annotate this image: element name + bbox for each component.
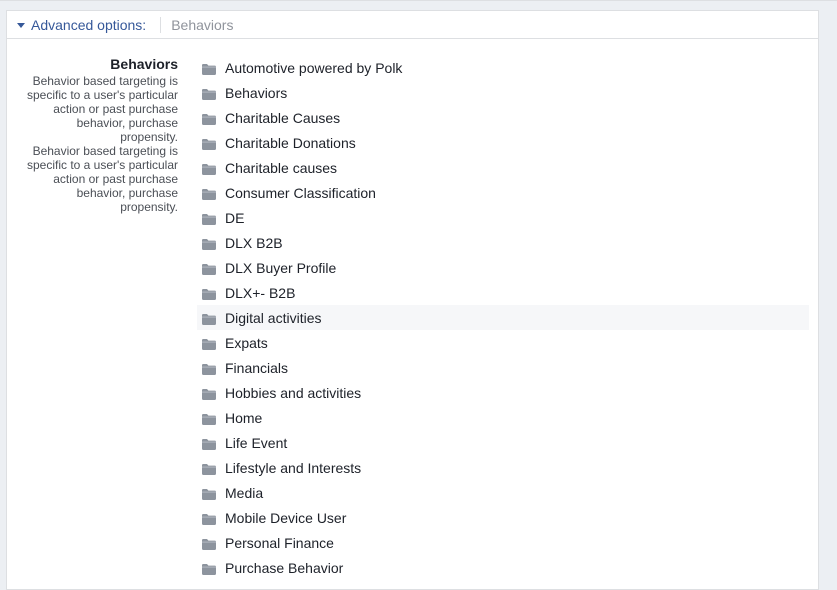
folder-icon	[202, 212, 216, 225]
category-item[interactable]: Hobbies and activities	[197, 380, 809, 405]
category-label: Media	[225, 484, 264, 501]
folder-icon	[202, 137, 216, 150]
category-label: Mobile Device User	[225, 509, 347, 526]
folder-icon	[202, 337, 216, 350]
folder-icon	[202, 162, 216, 175]
category-item[interactable]: Mobile Device User	[197, 505, 809, 530]
breadcrumb: Behaviors	[171, 16, 234, 33]
category-item[interactable]: Financials	[197, 355, 809, 380]
category-label: Expats	[225, 334, 268, 351]
category-label: DLX B2B	[225, 234, 283, 251]
category-label: Charitable causes	[225, 159, 338, 176]
folder-icon	[202, 362, 216, 375]
description-line: Behavior based targeting is	[32, 74, 178, 88]
caret-down-icon	[17, 22, 25, 28]
folder-icon	[202, 287, 216, 300]
description-line: propensity.	[120, 200, 178, 214]
description-line: behavior, purchase	[76, 186, 178, 200]
category-label: Behaviors	[225, 84, 288, 101]
header-separator	[160, 16, 162, 33]
folder-icon	[202, 112, 216, 125]
folder-icon	[202, 462, 216, 475]
category-item[interactable]: DE	[197, 205, 809, 230]
category-label: Home	[225, 409, 263, 426]
category-label: DE	[225, 209, 245, 226]
category-item[interactable]: Digital activities	[197, 305, 809, 330]
category-label: Consumer Classification	[225, 184, 376, 201]
category-label: Charitable Donations	[225, 134, 356, 151]
category-label: DLX+- B2B	[225, 284, 296, 301]
category-label: Life Event	[225, 434, 288, 451]
category-label: DLX Buyer Profile	[225, 259, 337, 276]
folder-icon	[202, 262, 216, 275]
category-label: Lifestyle and Interests	[225, 459, 362, 476]
folder-icon	[202, 512, 216, 525]
category-item[interactable]: Charitable Causes	[197, 105, 809, 130]
category-label: Hobbies and activities	[225, 384, 362, 401]
folder-icon	[202, 237, 216, 250]
folder-icon	[202, 437, 216, 450]
category-item[interactable]: DLX B2B	[197, 230, 809, 255]
top-divider	[0, 0, 837, 1]
folder-icon	[202, 487, 216, 500]
folder-icon	[202, 187, 216, 200]
folder-icon	[202, 87, 216, 100]
category-label: Financials	[225, 359, 289, 376]
folder-icon	[202, 562, 216, 575]
description-line: propensity.	[120, 130, 178, 144]
description-line: action or past purchase	[53, 172, 178, 186]
category-item[interactable]: Personal Finance	[197, 530, 809, 555]
category-item[interactable]: DLX Buyer Profile	[197, 255, 809, 280]
advanced-options-toggle[interactable]: Advanced options:	[7, 17, 146, 33]
folder-icon	[202, 412, 216, 425]
description-line: behavior, purchase	[76, 116, 178, 130]
category-item[interactable]: Behaviors	[197, 80, 809, 105]
category-label: Digital activities	[225, 309, 322, 326]
category-item[interactable]: DLX+- B2B	[197, 280, 809, 305]
category-label: Automotive powered by Polk	[225, 59, 403, 76]
category-description: Behaviors Behavior based targeting is spe…	[21, 56, 178, 214]
behaviors-panel: Advanced options: Behaviors Behaviors Be…	[6, 10, 819, 590]
description-line: specific to a user's particular	[26, 158, 178, 172]
category-item[interactable]: Automotive powered by Polk	[197, 55, 809, 80]
description-text: Behavior based targeting is specific to a…	[21, 74, 178, 214]
panel-header: Advanced options: Behaviors	[7, 11, 818, 39]
category-item[interactable]: Lifestyle and Interests	[197, 455, 809, 480]
description-line: action or past purchase	[53, 102, 178, 116]
category-item[interactable]: Charitable Donations	[197, 130, 809, 155]
category-item[interactable]: Purchase Behavior	[197, 555, 809, 580]
category-label: Personal Finance	[225, 534, 334, 551]
category-item[interactable]: Charitable causes	[197, 155, 809, 180]
description-line: specific to a user's particular	[26, 88, 178, 102]
advanced-options-label: Advanced options:	[31, 16, 147, 33]
folder-icon	[202, 387, 216, 400]
folder-icon	[202, 62, 216, 75]
category-item[interactable]: Life Event	[197, 430, 809, 455]
category-label: Purchase Behavior	[225, 559, 344, 576]
category-item[interactable]: Media	[197, 480, 809, 505]
category-item[interactable]: Home	[197, 405, 809, 430]
category-item[interactable]: Expats	[197, 330, 809, 355]
category-list: Automotive powered by Polk Behaviors Chari…	[197, 55, 809, 580]
folder-icon	[202, 537, 216, 550]
folder-icon	[202, 312, 216, 325]
category-item[interactable]: Consumer Classification	[197, 180, 809, 205]
description-line: Behavior based targeting is	[32, 144, 178, 158]
category-label: Charitable Causes	[225, 109, 341, 126]
description-title: Behaviors	[110, 56, 178, 72]
